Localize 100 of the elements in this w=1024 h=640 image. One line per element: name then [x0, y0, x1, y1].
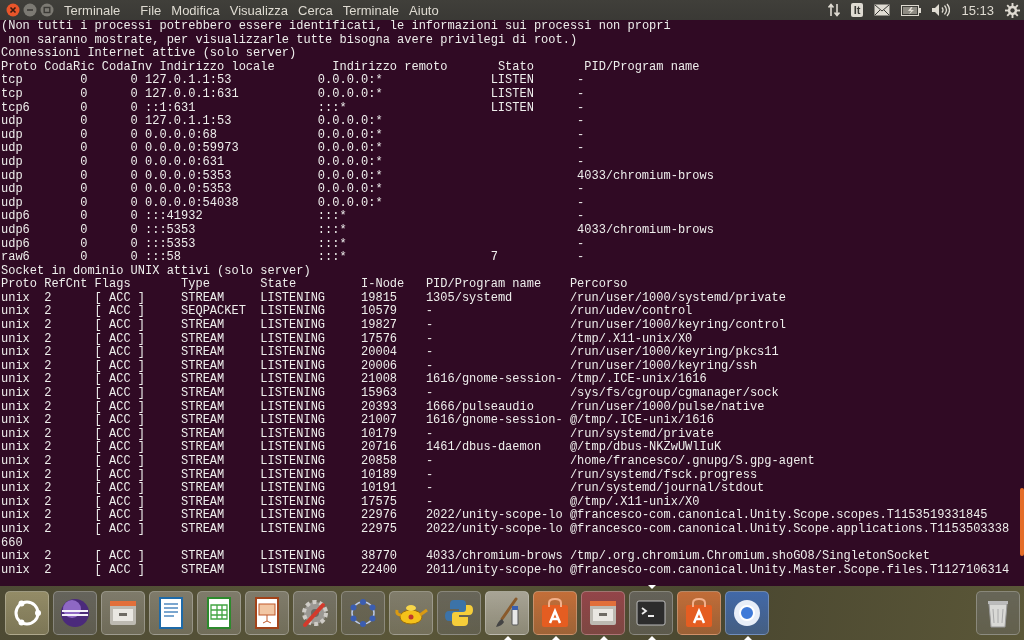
table-cell: [ ACC ]	[94, 441, 146, 455]
scrollbar-thumb[interactable]	[1020, 488, 1024, 556]
table-cell-text: [ ACC ]	[94, 291, 146, 305]
table-cell-text: 2	[44, 495, 52, 509]
launcher-button[interactable]	[581, 591, 625, 635]
table-cell-text: /run/user/1000/keyring/ssh	[569, 359, 758, 373]
table-cell: unix	[1, 509, 30, 523]
table-cell: 1305/systemd	[425, 291, 513, 306]
column-header: Indirizzo remoto	[332, 60, 448, 74]
table-cell-text: 2	[44, 427, 52, 441]
table-cell: [ ACC ]	[94, 346, 146, 360]
table-cell: [ ACC ]	[94, 387, 146, 401]
launcher-button[interactable]	[149, 591, 193, 635]
menu-item[interactable]: Modifica	[171, 2, 220, 18]
table-cell-text: [ ACC ]	[94, 359, 146, 373]
menu-item[interactable]: Visualizza	[229, 2, 289, 18]
maximize-button[interactable]	[40, 3, 54, 17]
launcher-button[interactable]	[485, 591, 529, 635]
table-cell: 0.0.0.0:631	[145, 155, 225, 170]
table-cell-text: STREAM	[181, 373, 225, 387]
menu-item[interactable]: Terminale	[342, 2, 400, 18]
table-cell-text: LISTENING	[260, 495, 326, 509]
table-cell-text: ::1:631	[145, 101, 196, 115]
table-cell-text: [ ACC ]	[94, 332, 146, 346]
table-cell: /tmp/.org.chromium.Chromium.shoGO8/SingletonSocket	[569, 550, 930, 564]
launcher-button[interactable]	[437, 591, 481, 635]
launcher-button[interactable]	[533, 591, 577, 635]
launcher-button[interactable]	[197, 591, 241, 635]
settings-icon[interactable]	[1005, 2, 1020, 18]
mail-icon[interactable]	[874, 4, 891, 16]
table-cell: 38770	[361, 550, 398, 564]
table-cell: -	[577, 251, 585, 265]
table-cell: [ ACC ]	[94, 455, 146, 469]
table-cell-text: 2	[44, 359, 52, 373]
table-cell-text: -	[425, 359, 434, 373]
table-cell: unix	[1, 346, 30, 360]
column-header: State	[260, 278, 297, 292]
network-arrows-icon[interactable]	[827, 3, 840, 17]
table-cell: :::*	[317, 223, 347, 238]
menu-item[interactable]: Aiuto	[409, 2, 439, 18]
table-cell: 4033/chromium-brows	[577, 169, 714, 184]
table-cell: STREAM	[181, 346, 225, 360]
table-cell: 127.0.0.1:631	[145, 87, 239, 102]
table-cell: LISTENING	[260, 455, 326, 469]
launcher-button[interactable]	[677, 591, 721, 635]
clock-text[interactable]: 15:13	[961, 2, 994, 18]
table-cell: -	[577, 101, 585, 116]
table-cell: 22975	[361, 522, 398, 537]
table-cell-text: LISTENING	[260, 373, 326, 387]
table-cell: 22400	[361, 563, 398, 578]
table-cell: 4033/chromium-brows	[577, 223, 714, 238]
terminal-line: (Non tutti i processi potrebbero essere identificati, le informazioni sui processi non propri	[1, 20, 671, 34]
table-cell-text: [ ACC ]	[94, 305, 146, 319]
battery-icon[interactable]	[901, 4, 922, 16]
column-header: RefCnt	[44, 278, 88, 292]
launcher-button[interactable]	[245, 591, 289, 635]
table-cell: [ ACC ]	[94, 550, 146, 564]
volume-icon[interactable]	[932, 3, 951, 17]
menu-item[interactable]: Cerca	[298, 2, 333, 18]
column-header: Proto	[1, 278, 37, 292]
table-cell-text: @/tmp/.X11-unix/X0	[569, 495, 700, 509]
table-cell: 2	[44, 482, 52, 496]
table-cell: @/tmp/.ICE-unix/1616	[569, 414, 714, 428]
table-cell: tcp	[1, 87, 23, 102]
table-cell: 2	[44, 441, 52, 455]
table-cell: /home/francesco/.gnupg/S.gpg-agent	[569, 455, 815, 469]
table-cell: raw6	[1, 251, 30, 265]
launcher-button[interactable]	[629, 591, 673, 635]
table-cell: 0.0.0.0:*	[317, 115, 383, 129]
table-cell-text: unix	[1, 400, 30, 414]
launcher-button[interactable]	[53, 591, 97, 635]
launcher-button[interactable]	[5, 591, 49, 635]
table-cell: /sys/fs/cgroup/cgmanager/sock	[569, 387, 779, 401]
table-cell: :::41932	[145, 210, 203, 224]
launcher-button[interactable]	[725, 591, 769, 635]
table-cell: STREAM	[181, 387, 225, 401]
table-cell: STREAM	[181, 550, 225, 564]
table-cell: 0.0.0.0:59973	[145, 142, 239, 156]
keyboard-layout-indicator[interactable]: It	[850, 3, 864, 17]
table-cell: @francesco-com.canonical.Unity.Scope.scopes.T1153519331845	[569, 509, 988, 523]
table-cell-text: 0	[129, 87, 138, 102]
table-cell: LISTENING	[260, 414, 326, 428]
table-cell: LISTEN	[490, 101, 534, 116]
table-cell: -	[425, 455, 434, 469]
menu-item[interactable]: File	[140, 2, 162, 18]
launcher-button[interactable]	[976, 591, 1020, 635]
close-button[interactable]	[6, 3, 20, 17]
table-cell: udp6	[1, 210, 30, 224]
table-cell-text: 0	[79, 74, 88, 88]
table-cell: LISTENING	[260, 522, 326, 537]
table-cell: 10191	[361, 482, 398, 496]
launcher-button[interactable]	[101, 591, 145, 635]
minimize-button[interactable]	[23, 3, 37, 17]
table-cell-text: 0.0.0.0:*	[317, 128, 383, 142]
table-cell-text: 0	[129, 169, 138, 183]
table-cell-text: unix	[1, 373, 30, 387]
column-header: PID/Program name	[425, 278, 542, 292]
table-cell: udp	[1, 183, 23, 197]
table-cell: unix	[1, 441, 30, 455]
column-header: CodaRic	[44, 60, 95, 74]
